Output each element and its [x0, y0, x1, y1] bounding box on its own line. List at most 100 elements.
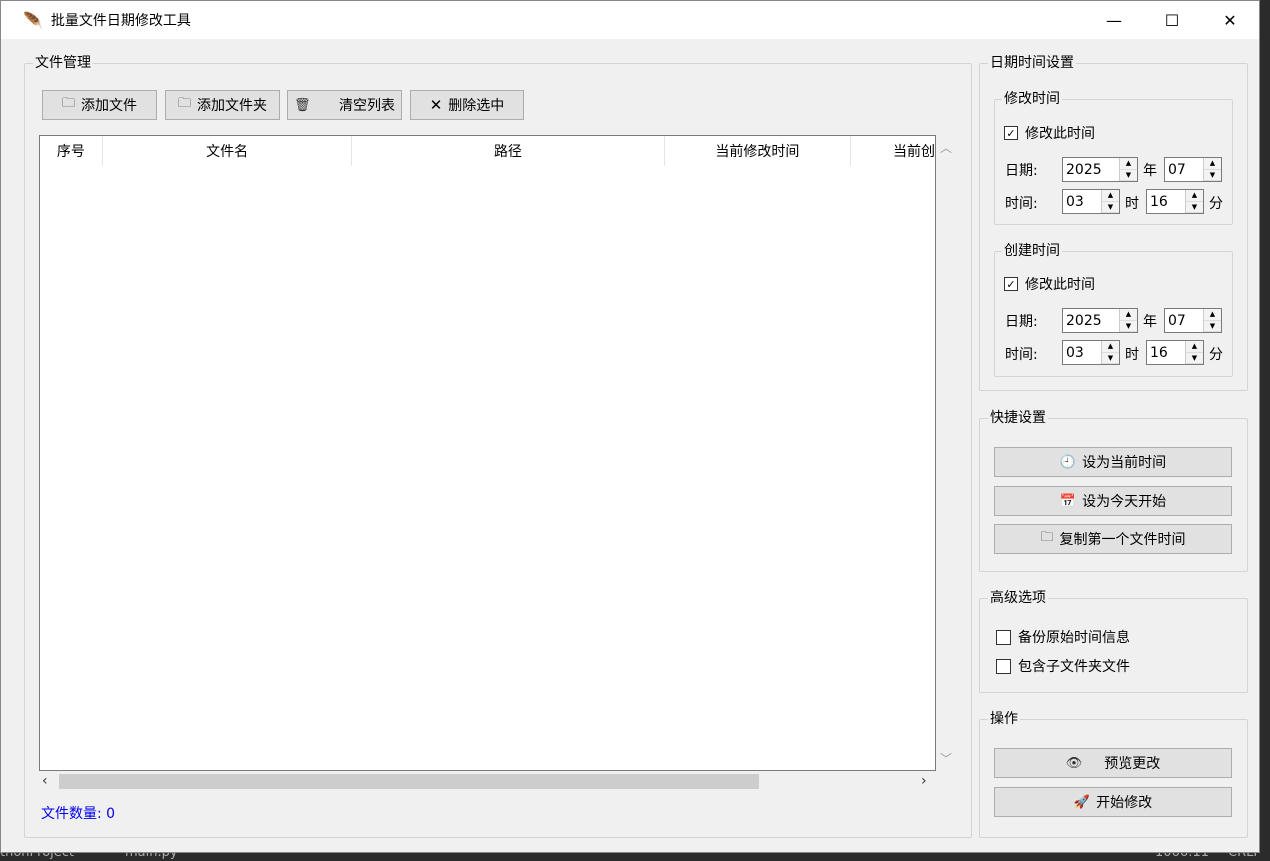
modify-year-spinbox[interactable]: 2025 ▲ ▼: [1062, 157, 1138, 182]
clear-list-button[interactable]: 🗑 清空列表: [287, 90, 402, 120]
check-icon[interactable]: ✓: [1004, 277, 1018, 291]
modify-date-label: 日期:: [1005, 163, 1038, 179]
minimize-button[interactable]: —: [1085, 1, 1143, 39]
modify-minute-unit: 分: [1209, 196, 1223, 212]
copy-first-file-time-button[interactable]: 🗀 复制第一个文件时间: [994, 524, 1232, 554]
backup-checkbox[interactable]: 备份原始时间信息: [996, 627, 1130, 647]
create-minute-value: 16: [1150, 344, 1168, 361]
create-minute-unit: 分: [1209, 347, 1223, 363]
spin-down-icon[interactable]: ▼: [1102, 352, 1119, 364]
modify-minute-spinbox[interactable]: 16 ▲ ▼: [1146, 189, 1204, 214]
scroll-right-icon[interactable]: ›: [921, 771, 927, 791]
modify-month-spinbox[interactable]: 07 ▲ ▼: [1164, 157, 1222, 182]
create-time-checkbox[interactable]: ✓ 修改此时间: [1004, 274, 1095, 294]
spin-up-icon[interactable]: ▲: [1120, 158, 1137, 170]
spin-up-icon[interactable]: ▲: [1120, 309, 1137, 321]
main-window: 🪶 批量文件日期修改工具 — ☐ ✕ 文件管理 🗀 添加文件 🗀 添加文件夹 🗑…: [0, 0, 1260, 853]
modify-hour-unit: 时: [1125, 196, 1139, 212]
column-header-filename[interactable]: 文件名: [103, 136, 353, 166]
spin-down-icon[interactable]: ▼: [1204, 169, 1221, 181]
datetime-settings-label: 日期时间设置: [988, 53, 1076, 73]
spin-down-icon[interactable]: ▼: [1120, 169, 1137, 181]
preview-changes-button[interactable]: 👁 预览更改: [994, 748, 1232, 778]
create-hour-value: 03: [1066, 344, 1084, 361]
modify-year-unit: 年: [1143, 163, 1157, 179]
set-now-button[interactable]: 🕘 设为当前时间: [994, 447, 1232, 477]
create-hour-spinbox[interactable]: 03 ▲ ▼: [1062, 340, 1120, 365]
checkbox-box[interactable]: [996, 629, 1011, 645]
check-icon[interactable]: ✓: [1004, 126, 1018, 140]
horizontal-scrollbar[interactable]: ‹ ›: [39, 771, 936, 791]
column-header-index[interactable]: 序号: [40, 136, 103, 166]
create-date-label: 日期:: [1005, 314, 1038, 330]
modify-hour-value: 03: [1066, 193, 1084, 210]
delete-selected-button[interactable]: ✕ 删除选中: [410, 90, 524, 120]
folder-icon: 🗀: [177, 96, 191, 111]
quick-settings-label: 快捷设置: [988, 408, 1048, 428]
modify-year-value: 2025: [1066, 161, 1102, 178]
delete-selected-label: 删除选中: [448, 98, 505, 114]
modify-time-label: 修改时间: [1002, 89, 1062, 109]
operations-label: 操作: [988, 709, 1020, 729]
rocket-icon: 🚀: [1073, 794, 1091, 810]
calendar-icon: 📅: [1059, 493, 1077, 509]
create-month-spinbox[interactable]: 07 ▲ ▼: [1164, 308, 1222, 333]
file-count-label: 文件数量: 0: [41, 806, 116, 822]
set-today-label: 设为今天开始: [1082, 494, 1167, 510]
start-modify-button[interactable]: 🚀 开始修改: [994, 787, 1232, 817]
scroll-up-icon[interactable]: ︿: [940, 139, 952, 156]
preview-changes-label: 预览更改: [1104, 756, 1161, 772]
add-folder-label: 添加文件夹: [197, 98, 267, 114]
create-hour-unit: 时: [1125, 347, 1139, 363]
column-header-path[interactable]: 路径: [352, 136, 665, 166]
copy-first-file-time-label: 复制第一个文件时间: [1059, 532, 1186, 548]
create-minute-spinbox[interactable]: 16 ▲ ▼: [1146, 340, 1204, 365]
modify-time-checkbox[interactable]: ✓ 修改此时间: [1004, 123, 1095, 143]
scroll-left-icon[interactable]: ‹: [42, 771, 48, 791]
spin-up-icon[interactable]: ▲: [1102, 190, 1119, 202]
folder-icon: 🗀: [61, 96, 75, 111]
spin-up-icon[interactable]: ▲: [1204, 309, 1221, 321]
spin-up-icon[interactable]: ▲: [1102, 341, 1119, 353]
include-subfolders-label: 包含子文件夹文件: [1018, 659, 1130, 675]
clear-list-label: 清空列表: [339, 98, 395, 114]
spin-down-icon[interactable]: ▼: [1102, 201, 1119, 213]
create-time-checkbox-label: 修改此时间: [1025, 277, 1095, 293]
file-list-table[interactable]: 序号 文件名 路径 当前修改时间 当前创: [39, 135, 936, 771]
create-month-value: 07: [1168, 312, 1186, 329]
spin-down-icon[interactable]: ▼: [1186, 352, 1203, 364]
modify-hour-spinbox[interactable]: 03 ▲ ▼: [1062, 189, 1120, 214]
spin-up-icon[interactable]: ▲: [1186, 190, 1203, 202]
spin-down-icon[interactable]: ▼: [1186, 201, 1203, 213]
close-button[interactable]: ✕: [1201, 1, 1259, 39]
backup-checkbox-label: 备份原始时间信息: [1018, 630, 1130, 646]
window-title: 批量文件日期修改工具: [50, 13, 191, 29]
scroll-thumb[interactable]: [59, 774, 759, 789]
column-header-modified[interactable]: 当前修改时间: [665, 136, 852, 166]
add-file-button[interactable]: 🗀 添加文件: [42, 90, 157, 120]
set-today-button[interactable]: 📅 设为今天开始: [994, 486, 1232, 516]
table-header: 序号 文件名 路径 当前修改时间 当前创: [40, 136, 935, 166]
add-folder-button[interactable]: 🗀 添加文件夹: [165, 90, 280, 120]
close-icon: ✕: [429, 96, 443, 114]
create-year-unit: 年: [1143, 314, 1157, 330]
advanced-options-label: 高级选项: [988, 588, 1048, 608]
spin-up-icon[interactable]: ▲: [1186, 341, 1203, 353]
spin-up-icon[interactable]: ▲: [1204, 158, 1221, 170]
vertical-scrollbar[interactable]: ︿ ﹀: [936, 135, 954, 771]
set-now-label: 设为当前时间: [1082, 455, 1167, 471]
column-header-created[interactable]: 当前创: [851, 136, 935, 166]
add-file-label: 添加文件: [81, 98, 137, 114]
checkbox-box[interactable]: [996, 658, 1011, 674]
modify-time-checkbox-label: 修改此时间: [1025, 126, 1095, 142]
trash-icon: 🗑: [294, 97, 311, 113]
spin-down-icon[interactable]: ▼: [1120, 320, 1137, 332]
modify-minute-value: 16: [1150, 193, 1168, 210]
maximize-button[interactable]: ☐: [1143, 1, 1201, 39]
create-year-spinbox[interactable]: 2025 ▲ ▼: [1062, 308, 1138, 333]
spin-down-icon[interactable]: ▼: [1204, 320, 1221, 332]
folder-icon: 🗀: [1040, 530, 1054, 545]
include-subfolders-checkbox[interactable]: 包含子文件夹文件: [996, 656, 1130, 676]
create-year-value: 2025: [1066, 312, 1102, 329]
scroll-down-icon[interactable]: ﹀: [940, 750, 952, 767]
